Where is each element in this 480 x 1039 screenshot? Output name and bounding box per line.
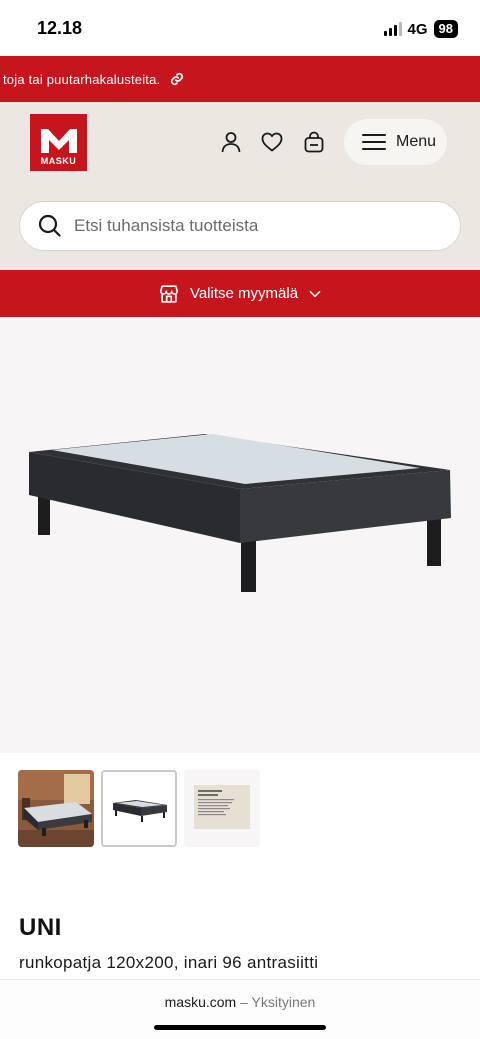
- product-subtitle: runkopatja 120x200, inari 96 antrasiitti: [19, 953, 319, 972]
- network-type: 4G: [407, 20, 428, 38]
- search-bar[interactable]: [19, 201, 461, 251]
- promo-banner[interactable]: toja tai puutarhakalusteita.: [0, 56, 480, 102]
- search-icon: [38, 214, 61, 237]
- heart-icon[interactable]: [260, 130, 284, 154]
- search-input[interactable]: [74, 216, 434, 236]
- product-title: UNI: [19, 914, 62, 941]
- status-bar: 12.18 4G 98: [0, 0, 480, 56]
- browser-separator: –: [236, 994, 252, 1010]
- browser-mode: Yksityinen: [251, 994, 316, 1010]
- battery-icon: 98: [433, 20, 458, 38]
- site-header: MASKU Menu: [0, 102, 480, 270]
- thumbnail-bed-base[interactable]: [101, 770, 177, 847]
- thumbnail-room[interactable]: [18, 770, 94, 847]
- bag-icon[interactable]: [302, 130, 326, 154]
- thumbnail-strip: [0, 753, 480, 863]
- hamburger-icon: [362, 134, 386, 150]
- store-icon: [159, 284, 179, 303]
- link-icon[interactable]: [170, 72, 184, 86]
- logo-m-mark: [40, 129, 77, 153]
- masku-logo[interactable]: MASKU: [30, 114, 87, 171]
- product-image-main[interactable]: [0, 317, 480, 753]
- home-indicator[interactable]: [154, 1025, 326, 1030]
- bed-base-image: [29, 434, 451, 592]
- status-indicators: 4G 98: [383, 20, 458, 38]
- browser-address-bar[interactable]: masku.com – Yksityinen: [0, 979, 480, 1039]
- promo-text: toja tai puutarhakalusteita.: [3, 71, 161, 87]
- browser-url: masku.com – Yksityinen: [0, 994, 480, 1010]
- menu-label: Menu: [396, 133, 437, 150]
- logo-text: MASKU: [40, 156, 77, 166]
- menu-button[interactable]: Menu: [344, 119, 447, 165]
- chevron-down-icon: [309, 290, 321, 297]
- browser-domain: masku.com: [164, 994, 237, 1010]
- status-time: 12.18: [37, 18, 83, 38]
- thumbnail-info-label[interactable]: [184, 770, 260, 847]
- store-selector-label: Valitse myymälä: [189, 285, 299, 302]
- store-selector[interactable]: Valitse myymälä: [0, 270, 480, 317]
- signal-icon: [383, 22, 402, 36]
- user-icon[interactable]: [219, 130, 243, 154]
